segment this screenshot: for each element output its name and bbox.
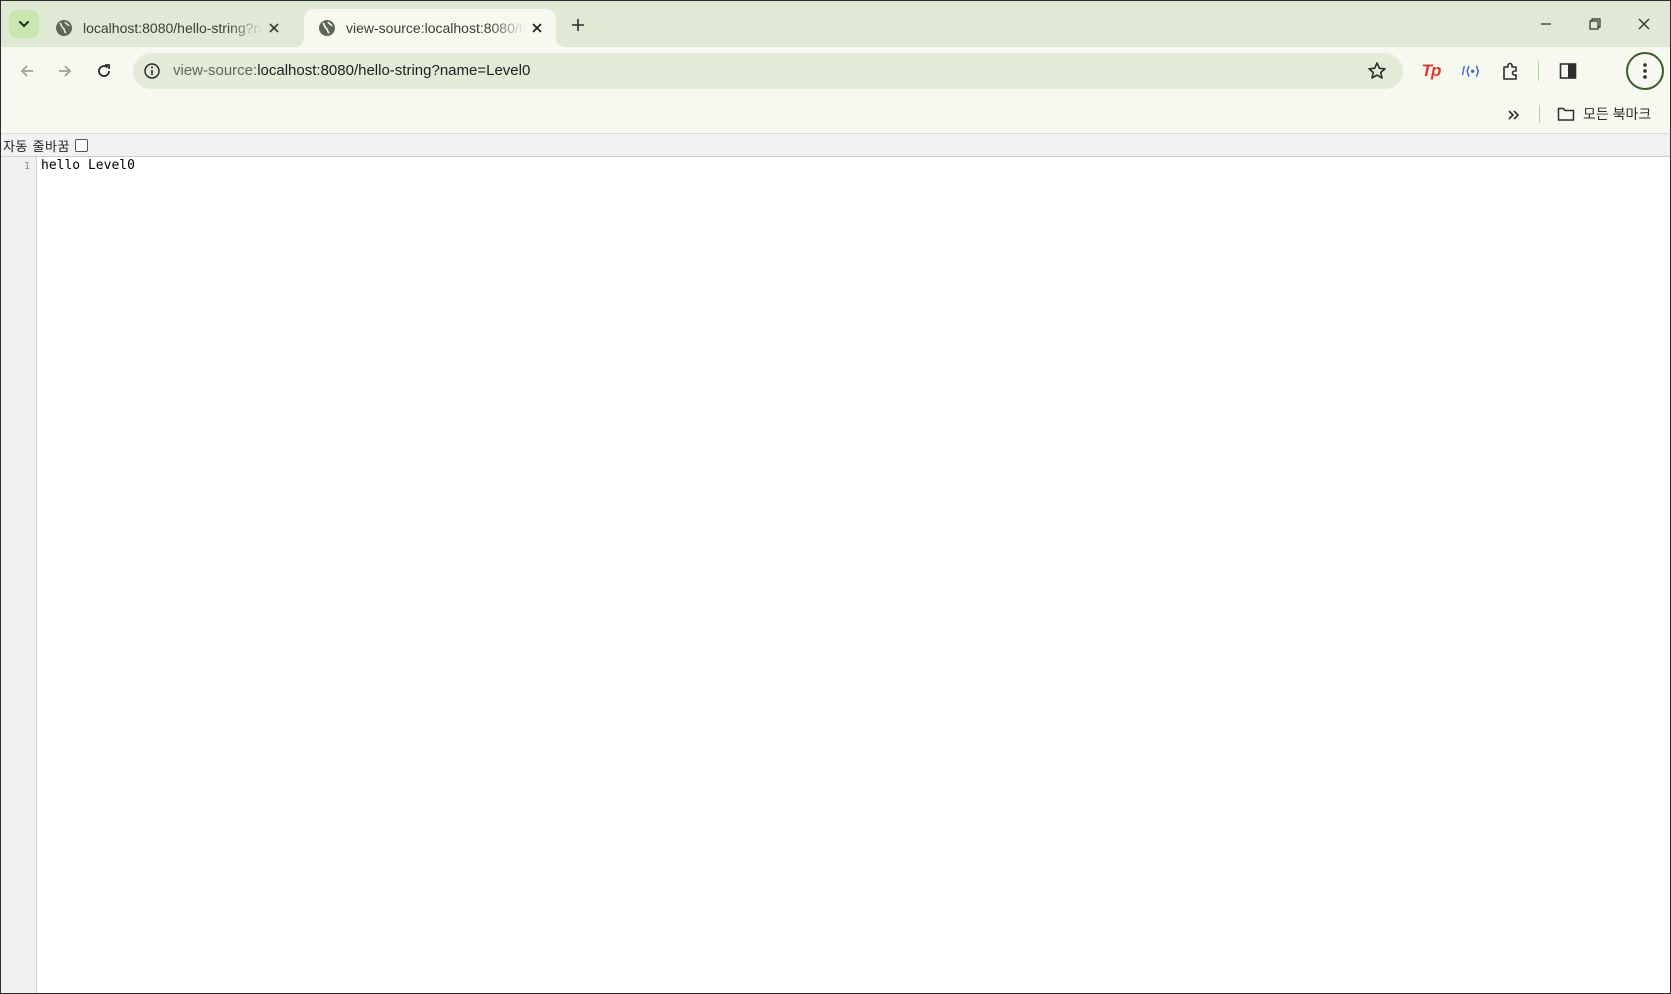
close-icon — [1638, 18, 1650, 30]
url-text[interactable]: view-source:localhost:8080/hello-string?… — [173, 53, 530, 89]
restore-button[interactable] — [1572, 7, 1618, 41]
bookmarks-bar: 모든 북마크 — [1, 95, 1670, 134]
globe-icon — [56, 20, 72, 36]
extensions-button[interactable] — [1498, 59, 1522, 83]
star-icon[interactable] — [1367, 61, 1387, 81]
all-bookmarks-label: 모든 북마크 — [1583, 106, 1652, 122]
chevron-down-icon — [19, 21, 29, 28]
browser-window: localhost:8080/hello-string?name=Level0 … — [0, 0, 1671, 994]
tab-title: view-source:localhost:8080/hello-string?… — [346, 20, 526, 36]
source-line: hello Level0 — [41, 158, 135, 173]
tab-hello-string[interactable]: localhost:8080/hello-string?name=Level0 — [41, 9, 293, 47]
bookmarks-separator — [1539, 105, 1540, 123]
info-icon[interactable] — [143, 62, 161, 80]
bookmarks-overflow-button[interactable] — [1503, 105, 1525, 125]
tab-close-button[interactable] — [265, 19, 283, 37]
reload-icon — [98, 64, 110, 77]
close-icon — [269, 23, 279, 33]
address-bar[interactable]: view-source:localhost:8080/hello-string?… — [133, 53, 1403, 89]
new-tab-button[interactable] — [565, 12, 591, 38]
plus-icon — [572, 19, 584, 31]
url-prefix: view-source: — [173, 62, 258, 79]
side-panel-icon — [1559, 63, 1577, 79]
back-button[interactable] — [13, 57, 41, 85]
line-wrap-checkbox[interactable] — [74, 138, 88, 152]
minimize-icon — [1541, 23, 1551, 25]
tab-strip: localhost:8080/hello-string?name=Level0 … — [1, 1, 1670, 47]
arrow-right-icon — [59, 65, 72, 77]
folder-icon — [1557, 107, 1575, 121]
arrow-left-icon — [20, 65, 33, 77]
browser-menu-button[interactable] — [1626, 52, 1664, 90]
close-icon — [532, 23, 542, 33]
double-chevron-right-icon — [1508, 110, 1520, 120]
toolbar-separator — [1538, 61, 1539, 81]
forward-button[interactable] — [51, 57, 79, 85]
line-wrap-bar: 자동 줄바꿈 — [1, 134, 1670, 157]
tab-title: localhost:8080/hello-string?name=Level0 — [83, 20, 263, 36]
line-wrap-label: 자동 줄바꿈 — [3, 139, 70, 155]
line-number: 1 — [23, 161, 30, 172]
side-panel-button[interactable] — [1556, 59, 1580, 83]
minimize-button[interactable] — [1523, 7, 1569, 41]
tab-close-button[interactable] — [528, 19, 546, 37]
tab-search-button[interactable] — [9, 10, 39, 38]
tp-extension-icon[interactable]: Tp — [1419, 59, 1443, 83]
more-vertical-icon — [1643, 63, 1647, 79]
window-close-button[interactable] — [1621, 7, 1667, 41]
devtools-extension-icon[interactable]: /⟨•⟩ — [1459, 59, 1483, 83]
toolbar: view-source:localhost:8080/hello-string?… — [1, 47, 1670, 95]
line-number-gutter: 1 — [1, 157, 37, 993]
url-main: localhost:8080/hello-string?name=Level0 — [257, 62, 531, 79]
all-bookmarks-button[interactable]: 모든 북마크 — [1557, 101, 1651, 127]
puzzle-icon — [1503, 62, 1517, 80]
globe-icon — [319, 20, 335, 36]
tab-view-source[interactable]: view-source:localhost:8080/hello-string?… — [294, 9, 566, 47]
restore-icon — [1589, 18, 1601, 30]
reload-button[interactable] — [90, 57, 118, 85]
